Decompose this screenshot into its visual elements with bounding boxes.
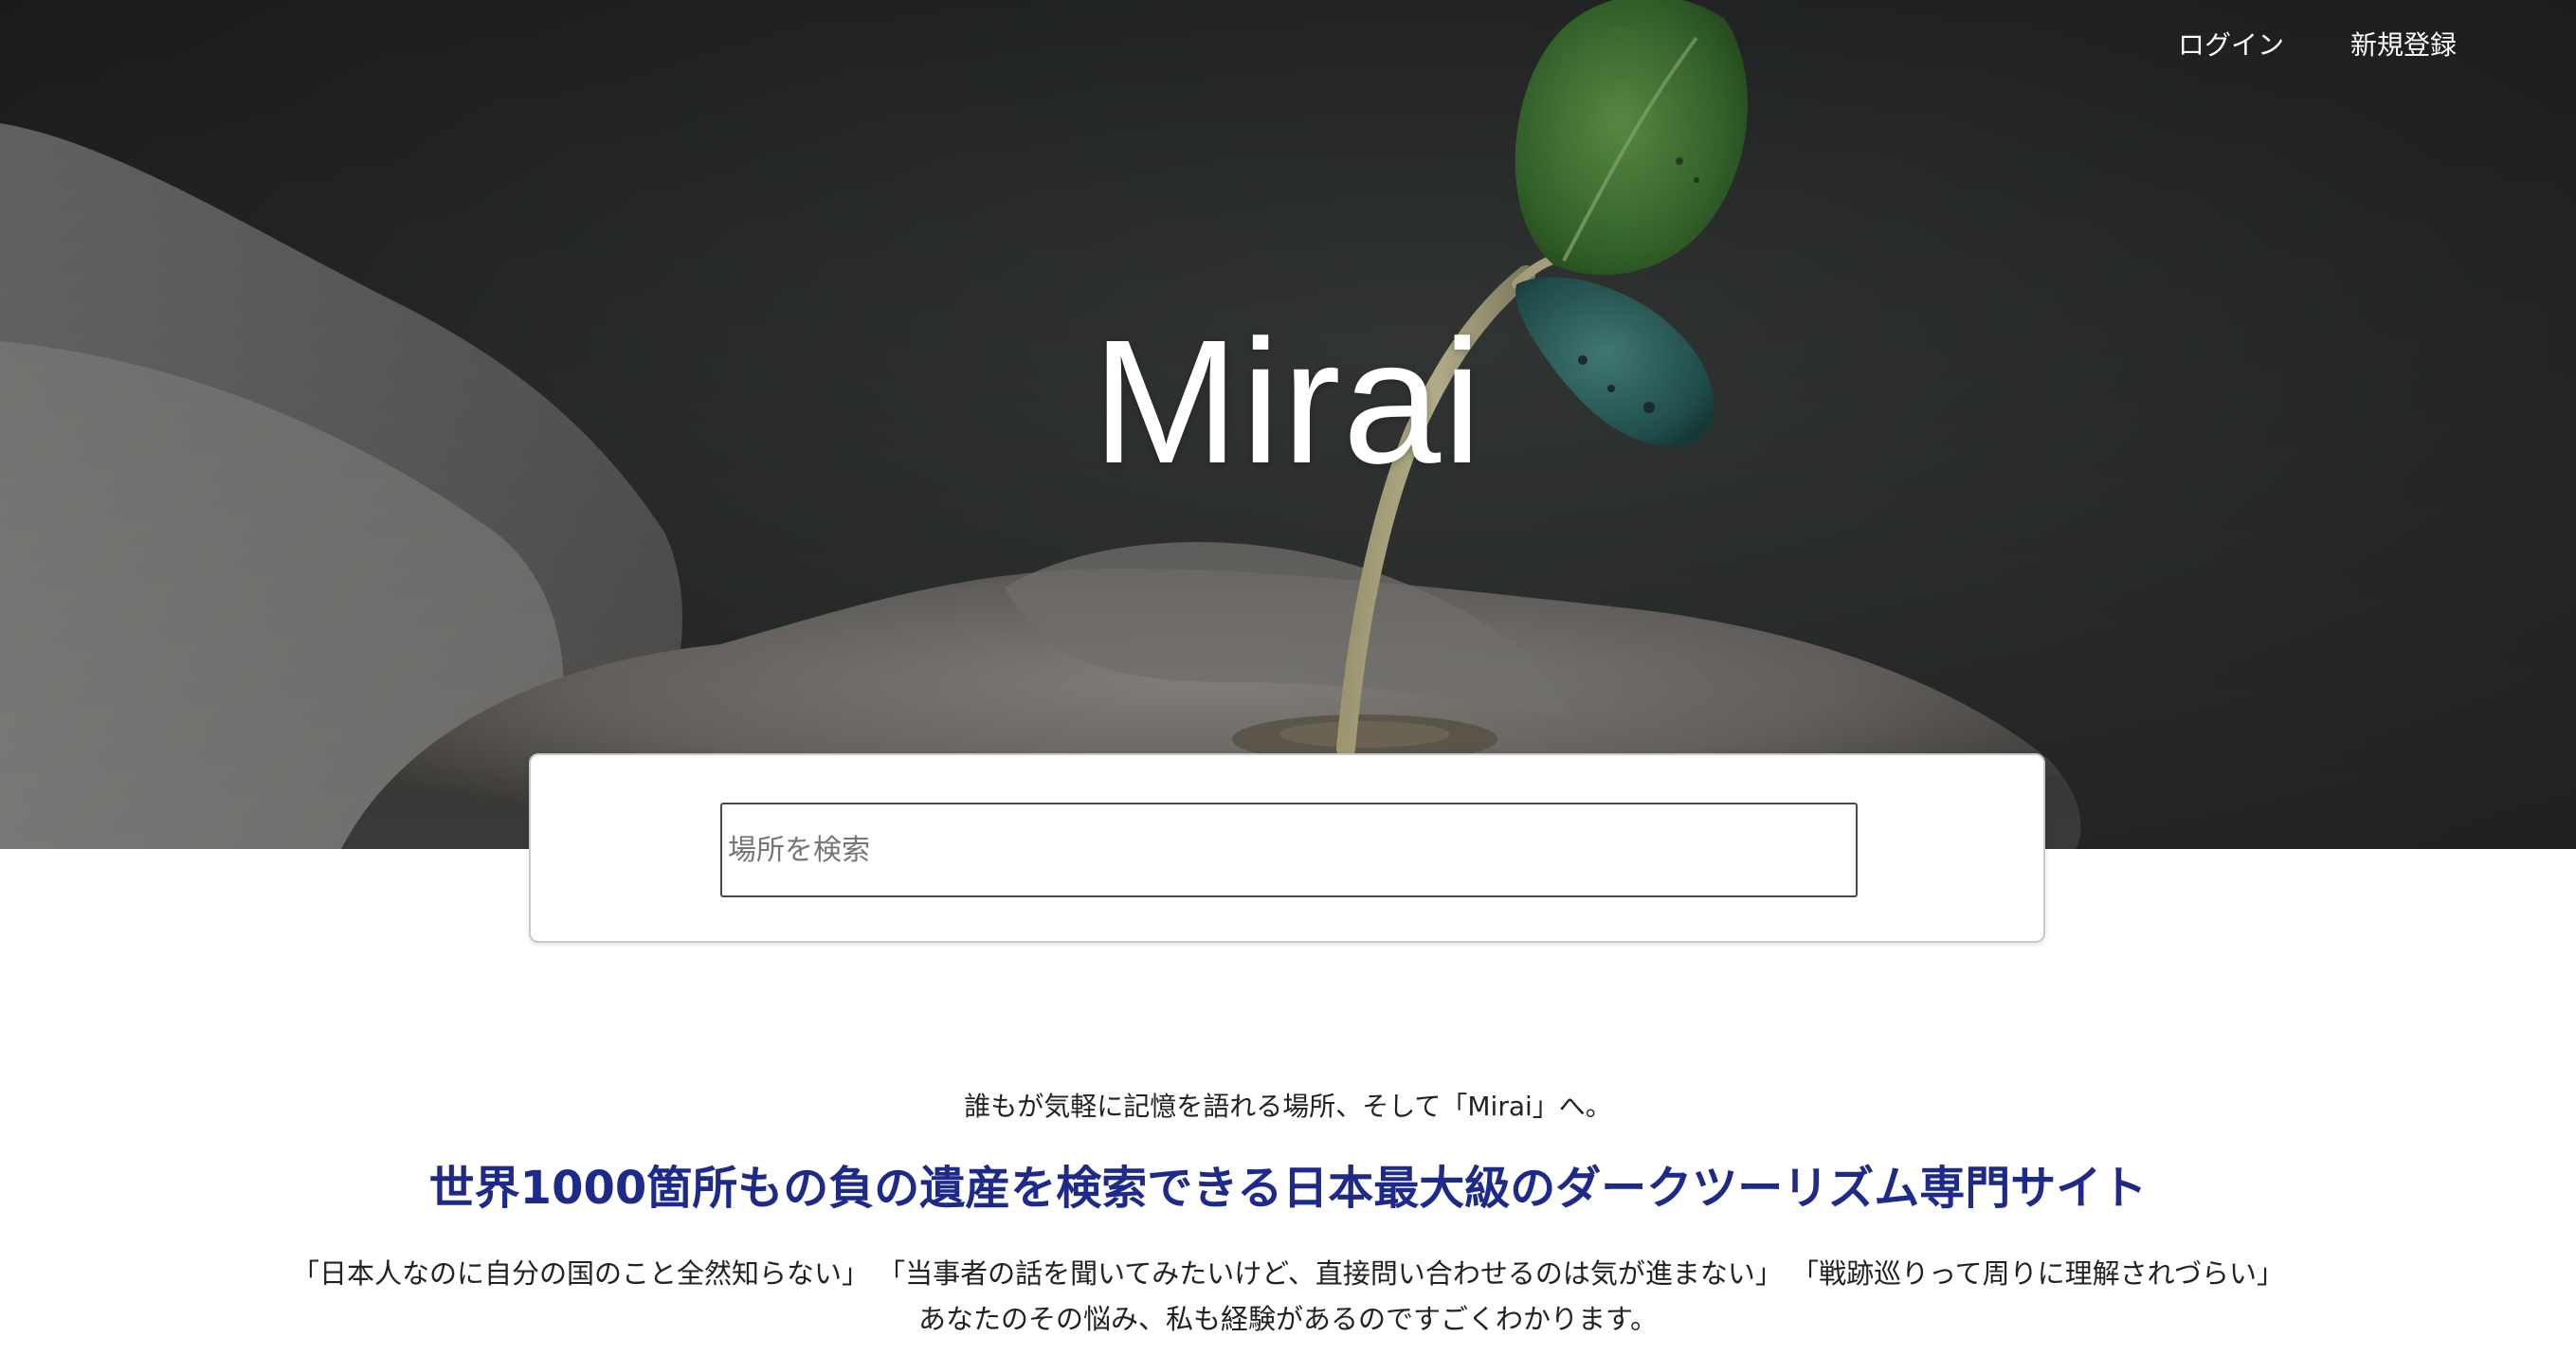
login-link[interactable]: ログイン bbox=[2178, 25, 2284, 63]
signup-link[interactable]: 新規登録 bbox=[2350, 25, 2457, 63]
location-search-input[interactable] bbox=[720, 803, 1858, 897]
concerns-list: 「日本人なのに自分の国のこと全然知らない」 「当事者の話を聞いてみたいけど、直接… bbox=[0, 1251, 2576, 1296]
concern-item: 「戦跡巡りって周りに理解されづらい」 bbox=[1791, 1257, 2285, 1290]
search-card bbox=[529, 753, 2045, 943]
tagline: 誰もが気軽に記憶を語れる場所、そして「Mirai」へ。 bbox=[964, 1091, 1612, 1122]
site-title: Mirai bbox=[1092, 304, 1484, 500]
empathy-text: あなたのその悩み、私も経験があるのですごくわかります。 bbox=[917, 1303, 1659, 1335]
intro-section: 誰もが気軽に記憶を語れる場所、そして「Mirai」へ。 世界1000箇所もの負の… bbox=[0, 1080, 2576, 1342]
concern-item: 「当事者の話を聞いてみたいけど、直接問い合わせるのは気が進まない」 bbox=[878, 1257, 1783, 1290]
top-nav: ログイン 新規登録 bbox=[2178, 25, 2457, 63]
concern-item: 「日本人なのに自分の国のこと全然知らない」 bbox=[291, 1257, 869, 1290]
hero-banner: ログイン 新規登録 Mirai bbox=[0, 0, 2576, 849]
headline: 世界1000箇所もの負の遺産を検索できる日本最大級のダークツーリズム専門サイト bbox=[428, 1162, 2148, 1215]
landing-page: ログイン 新規登録 Mirai 誰もが気軽に記憶を語れる場所、そして「Mirai… bbox=[0, 0, 2576, 1355]
